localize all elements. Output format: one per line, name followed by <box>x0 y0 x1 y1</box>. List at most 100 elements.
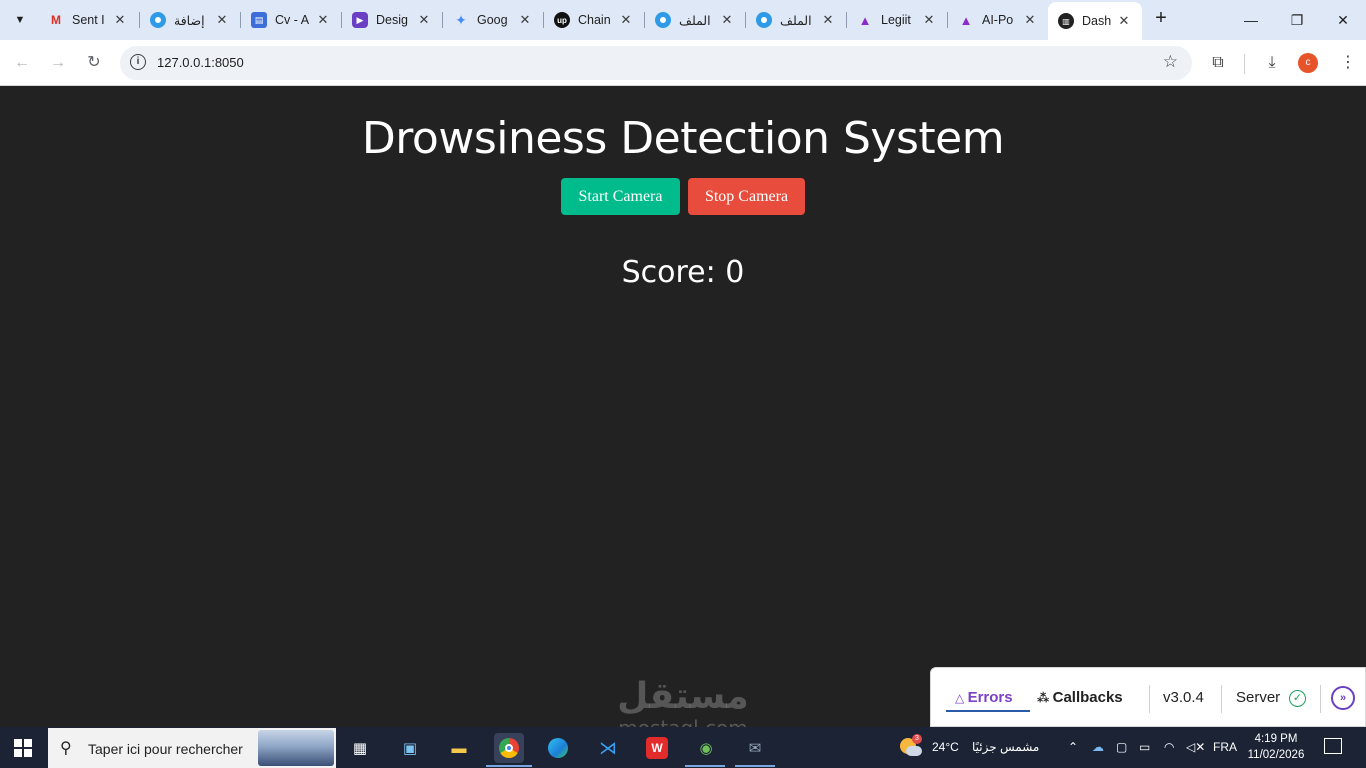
minimize-icon[interactable]: — <box>1236 8 1266 32</box>
errors-tab-underline <box>946 710 1030 712</box>
tab-title: Goog <box>477 13 508 27</box>
tray-chevron-up-icon[interactable]: ⌃ <box>1068 740 1078 754</box>
tab-file-1[interactable]: الملف ✕ <box>645 4 745 36</box>
menu-kebab-icon[interactable]: ⋮ <box>1336 51 1360 75</box>
devtools-divider <box>1320 685 1321 713</box>
close-icon[interactable]: ✕ <box>921 12 937 28</box>
video-icon: ▶ <box>352 12 368 28</box>
extensions-icon[interactable]: ⧉ <box>1206 51 1230 75</box>
window-close-icon[interactable]: ✕ <box>1328 8 1358 32</box>
close-icon[interactable]: ✕ <box>1022 12 1038 28</box>
close-icon[interactable]: ✕ <box>315 12 331 28</box>
close-icon[interactable]: ✕ <box>112 12 128 28</box>
m-logo-icon: ▲ <box>858 12 872 28</box>
download-icon[interactable]: ⤓ <box>1260 51 1284 75</box>
profile-avatar[interactable]: c <box>1298 53 1318 73</box>
wifi-icon[interactable]: ◠ <box>1164 740 1174 754</box>
url-text[interactable]: 127.0.0.1:8050 <box>157 55 244 70</box>
onedrive-cloud-icon[interactable]: ☁ <box>1092 740 1104 754</box>
weather-temp[interactable]: 24°C <box>932 740 959 754</box>
tab-title: Cv - A <box>275 13 309 27</box>
restore-icon[interactable]: ❐ <box>1282 8 1312 32</box>
tab-dash[interactable]: ▥ Dash ✕ <box>1048 2 1142 40</box>
windows-start-icon[interactable] <box>14 739 32 757</box>
new-tab-icon[interactable]: + <box>1150 8 1172 30</box>
wps-icon[interactable]: W <box>642 733 672 763</box>
close-icon[interactable]: ✕ <box>618 12 634 28</box>
tab-title: Dash <box>1082 14 1112 28</box>
back-icon[interactable]: ← <box>10 51 34 75</box>
tab-title: Chain <box>578 13 611 27</box>
printer-icon: ▤ <box>251 12 267 28</box>
app-running-indicator <box>735 765 775 767</box>
language-indicator[interactable]: FRA <box>1213 740 1237 754</box>
taskbar-search-box[interactable]: ⚲ Taper ici pour rechercher <box>48 728 336 768</box>
circle-icon <box>150 12 166 28</box>
devtools-expand-icon[interactable]: » <box>1331 686 1355 710</box>
tab-strip: ▼ M Sent I ✕ إضافة ✕ ▤ Cv - A ✕ ▶ Desig … <box>0 0 1366 40</box>
watermark-arabic: مستقل <box>617 676 749 717</box>
toolbar-divider <box>1244 54 1245 74</box>
vscode-icon[interactable]: ⋊ <box>593 733 623 763</box>
app-icon-green[interactable]: ◉ <box>691 733 721 763</box>
circle-icon <box>756 12 772 28</box>
close-icon[interactable]: ✕ <box>517 12 533 28</box>
tab-design[interactable]: ▶ Desig ✕ <box>342 4 442 36</box>
tab-cv[interactable]: ▤ Cv - A ✕ <box>241 4 341 36</box>
devtools-callbacks-tab[interactable]: ⁂ Callbacks <box>1037 689 1123 706</box>
file-explorer-icon[interactable]: ▬ <box>444 733 474 763</box>
search-icon: ⚲ <box>60 740 72 757</box>
clock[interactable]: 4:19 PM 11/02/2026 <box>1246 731 1306 763</box>
devtools-errors-tab[interactable]: △ Errors <box>955 689 1013 706</box>
forward-icon[interactable]: → <box>46 51 70 75</box>
weather-sun-cloud-icon[interactable]: 3 <box>900 734 922 758</box>
close-icon[interactable]: ✕ <box>214 12 230 28</box>
volume-muted-icon[interactable]: ◁✕ <box>1186 740 1205 754</box>
edge-icon[interactable] <box>543 733 573 763</box>
site-info-icon[interactable]: i <box>130 54 146 70</box>
m-logo-icon: ▲ <box>959 12 973 28</box>
close-icon[interactable]: ✕ <box>1116 13 1132 29</box>
callbacks-graph-icon: ⁂ <box>1037 691 1053 705</box>
battery-icon[interactable]: ▭ <box>1139 740 1150 754</box>
dash-devtools-bar: △ Errors ⁂ Callbacks v3.0.4 Server ✓ » <box>930 667 1366 727</box>
score-display: Score: 0 <box>621 255 745 290</box>
tab-title: Legiit <box>881 13 911 27</box>
server-ok-check-icon: ✓ <box>1289 690 1306 707</box>
tab-ai-po[interactable]: ▲ AI-Po ✕ <box>948 4 1048 36</box>
close-icon[interactable]: ✕ <box>416 12 432 28</box>
chrome-icon[interactable] <box>494 733 524 763</box>
stop-camera-button[interactable]: Stop Camera <box>688 178 805 215</box>
bookmark-star-icon[interactable]: ☆ <box>1163 52 1178 72</box>
start-camera-button[interactable]: Start Camera <box>561 178 680 215</box>
store-icon[interactable]: ▣ <box>395 733 425 763</box>
tab-title: الملف <box>679 13 711 28</box>
errors-label: Errors <box>967 689 1013 706</box>
clock-time: 4:19 PM <box>1254 733 1298 745</box>
search-highlight-image <box>258 730 334 766</box>
camera-icon[interactable]: ▢ <box>1116 740 1127 754</box>
reload-icon[interactable]: ↻ <box>82 51 106 75</box>
warning-triangle-icon: △ <box>955 691 968 705</box>
tab-search-chevron-icon[interactable]: ▼ <box>6 6 34 34</box>
weather-text[interactable]: مشمس جزئيًا <box>972 740 1039 754</box>
tab-gmail[interactable]: M Sent I ✕ <box>38 4 138 36</box>
search-placeholder: Taper ici pour rechercher <box>88 741 243 757</box>
close-icon[interactable]: ✕ <box>820 12 836 28</box>
tab-idafa[interactable]: إضافة ✕ <box>140 4 240 36</box>
tab-google[interactable]: ✦ Goog ✕ <box>443 4 543 36</box>
notification-center-icon[interactable] <box>1324 738 1342 754</box>
close-icon[interactable]: ✕ <box>719 12 735 28</box>
task-view-icon[interactable]: ▦ <box>345 733 375 763</box>
tab-title: إضافة <box>174 13 205 28</box>
tab-title: Sent I <box>72 13 105 27</box>
tab-legiit[interactable]: ▲ Legiit ✕ <box>847 4 947 36</box>
devtools-server-status: Server <box>1236 689 1281 706</box>
tab-file-2[interactable]: الملف ✕ <box>746 4 846 36</box>
tab-chain[interactable]: up Chain ✕ <box>544 4 644 36</box>
address-bar[interactable]: i 127.0.0.1:8050 ☆ <box>120 46 1192 80</box>
browser-toolbar: ← → ↻ i 127.0.0.1:8050 ☆ ⧉ ⤓ c ⋮ <box>0 40 1366 86</box>
app-icon-chat[interactable]: ✉ <box>740 733 770 763</box>
upwork-icon: up <box>554 12 570 28</box>
page-content: Drowsiness Detection System Start Camera… <box>0 87 1366 739</box>
